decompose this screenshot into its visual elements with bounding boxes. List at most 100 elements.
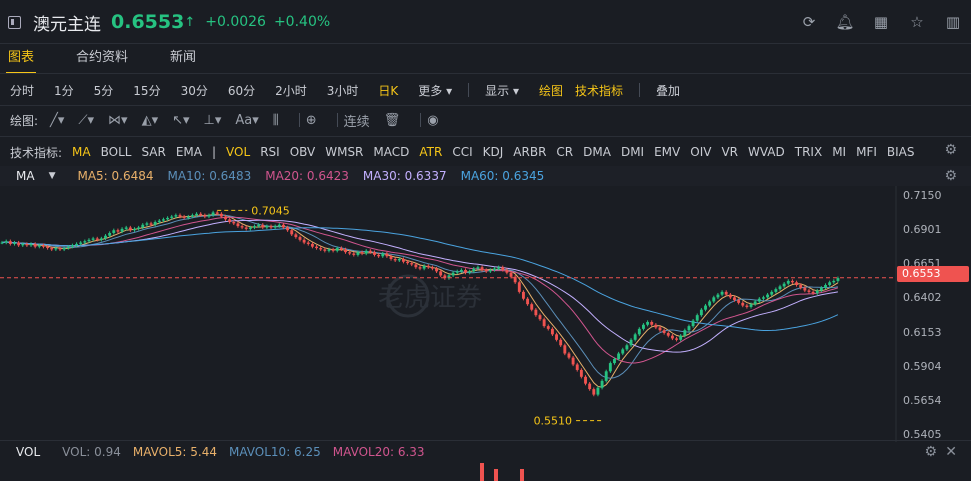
candle-body <box>298 237 302 240</box>
candle-body <box>294 234 298 238</box>
candle-body <box>786 280 790 284</box>
continuous-toggle[interactable]: 连续 <box>344 111 370 130</box>
candle-body <box>662 330 666 333</box>
pattern-tool-icon[interactable]: ◭▾ <box>142 113 159 128</box>
indicator-trix[interactable]: TRIX <box>795 145 822 159</box>
grid-icon[interactable]: ▦ <box>871 12 891 32</box>
trash-icon[interactable]: 🗑︎ <box>384 113 401 128</box>
line-tool-icon[interactable]: ╱▾ <box>50 113 64 128</box>
candle-body <box>782 283 786 287</box>
zoom-icon[interactable]: ⊕ <box>306 113 317 128</box>
period-more[interactable]: 更多 ▾ <box>418 82 452 99</box>
candle-body <box>737 300 741 303</box>
fib-tool-icon[interactable]: ⊥▾ <box>204 113 222 128</box>
candle-body <box>625 345 629 350</box>
star-icon[interactable]: ☆ <box>907 12 927 32</box>
candle-body <box>720 291 724 295</box>
price-chart[interactable]: 老虎证券0.70450.5510 <box>0 186 971 442</box>
indicator-kdj[interactable]: KDJ <box>483 145 504 159</box>
candle-body <box>505 269 509 273</box>
tab-news[interactable]: 新闻 <box>170 44 196 74</box>
period-daily[interactable]: 日K <box>378 82 398 99</box>
indicator-sar[interactable]: SAR <box>141 145 165 159</box>
candle-body <box>484 269 488 272</box>
candle-body <box>157 220 161 223</box>
candle-body <box>108 232 112 236</box>
candle-body <box>236 223 240 227</box>
indicator-mfi[interactable]: MFI <box>856 145 877 159</box>
display-menu[interactable]: 显示 ▾ <box>485 82 519 99</box>
indicator-obv[interactable]: OBV <box>290 145 316 159</box>
refresh-icon[interactable]: ⟳ <box>799 12 819 32</box>
indicator-button[interactable]: 技术指标 <box>575 82 623 99</box>
candle-body <box>120 228 124 232</box>
vol-legend: VOL VOL: 0.94 MAVOL5: 5.44 MAVOL10: 6.25 MA… <box>0 442 971 462</box>
indicator-macd[interactable]: MACD <box>373 145 409 159</box>
channel-tool-icon[interactable]: ⟋▾ <box>78 113 94 128</box>
draw-button[interactable]: 绘图 <box>539 82 563 99</box>
indicator-vol[interactable]: VOL <box>226 145 250 159</box>
indicator-boll[interactable]: BOLL <box>101 145 132 159</box>
vol-legend-name[interactable]: VOL <box>16 445 40 459</box>
candle-body <box>592 389 596 395</box>
layout-icon[interactable]: ▥ <box>943 12 963 32</box>
indicator-cci[interactable]: CCI <box>452 145 472 159</box>
indicator-dma[interactable]: DMA <box>583 145 611 159</box>
indicator-oiv[interactable]: OIV <box>690 145 711 159</box>
title-bar: 澳元主连 0.6553 ↑ +0.0026 +0.40% ⟳ 🔔︎ ▦ ☆ ▥ <box>0 0 971 44</box>
candle-body <box>211 212 215 216</box>
measure-tool-icon[interactable]: ⫼ <box>273 113 279 128</box>
indicator-wmsr[interactable]: WMSR <box>325 145 363 159</box>
period-30m[interactable]: 30分 <box>181 82 208 99</box>
period-intraday[interactable]: 分时 <box>10 82 34 99</box>
vol-legend-item: MAVOL10: 6.25 <box>229 445 321 459</box>
period-3h[interactable]: 3小时 <box>327 82 359 99</box>
indicator-vr[interactable]: VR <box>721 145 738 159</box>
indicator-cr[interactable]: CR <box>556 145 573 159</box>
indicator-atr[interactable]: ATR <box>419 145 442 159</box>
candle-body <box>637 328 641 335</box>
sidebar-toggle-icon[interactable] <box>8 15 21 29</box>
indicator-arbr[interactable]: ARBR <box>513 145 546 159</box>
arrow-tool-icon[interactable]: ↖▾ <box>172 113 189 128</box>
text-tool-icon[interactable]: Aa▾ <box>235 113 258 128</box>
candle-body <box>215 212 219 214</box>
period-5m[interactable]: 5分 <box>94 82 114 99</box>
candle-body <box>310 243 314 247</box>
indicator-bias[interactable]: BIAS <box>887 145 915 159</box>
eye-icon[interactable]: ◉ <box>427 113 438 128</box>
candle-body <box>302 239 306 243</box>
vol-close-icon[interactable]: ✕ <box>945 444 957 460</box>
indicator-ema[interactable]: EMA <box>176 145 202 159</box>
tab-contract-info[interactable]: 合约资料 <box>76 44 128 74</box>
indicator-ma[interactable]: MA <box>72 145 91 159</box>
candle-body <box>162 219 165 221</box>
indicator-dmi[interactable]: DMI <box>621 145 644 159</box>
candle-body <box>497 267 501 269</box>
candle-body <box>770 291 774 295</box>
ma-dropdown-icon[interactable]: ▼ <box>49 171 56 181</box>
candle-body <box>687 326 691 331</box>
overlay-button[interactable]: 叠加 <box>656 82 680 99</box>
period-2h[interactable]: 2小时 <box>275 82 307 99</box>
period-1m[interactable]: 1分 <box>54 82 74 99</box>
bell-icon[interactable]: 🔔︎ <box>835 12 855 32</box>
period-15m[interactable]: 15分 <box>133 82 160 99</box>
ma-settings-gear-icon[interactable]: ⚙ <box>944 168 957 184</box>
ma-legend-name[interactable]: MA <box>16 169 35 183</box>
indicator-emv[interactable]: EMV <box>654 145 680 159</box>
indicator-wvad[interactable]: WVAD <box>748 145 785 159</box>
candle-body <box>468 271 472 273</box>
ma-legend-item: MA5: 0.6484 <box>77 169 154 183</box>
tab-chart[interactable]: 图表 <box>5 44 37 74</box>
indicator-rsi[interactable]: RSI <box>260 145 280 159</box>
wave-tool-icon[interactable]: ⋈▾ <box>108 113 128 128</box>
candle-body <box>344 249 347 253</box>
indicator-settings-gear-icon[interactable]: ⚙ <box>944 142 957 158</box>
candle-body <box>650 322 654 325</box>
period-60m[interactable]: 60分 <box>228 82 255 99</box>
indicator-mi[interactable]: MI <box>832 145 846 159</box>
vol-settings-gear-icon[interactable]: ⚙ <box>924 444 937 460</box>
candle-body <box>675 338 678 340</box>
candle-body <box>699 309 703 316</box>
